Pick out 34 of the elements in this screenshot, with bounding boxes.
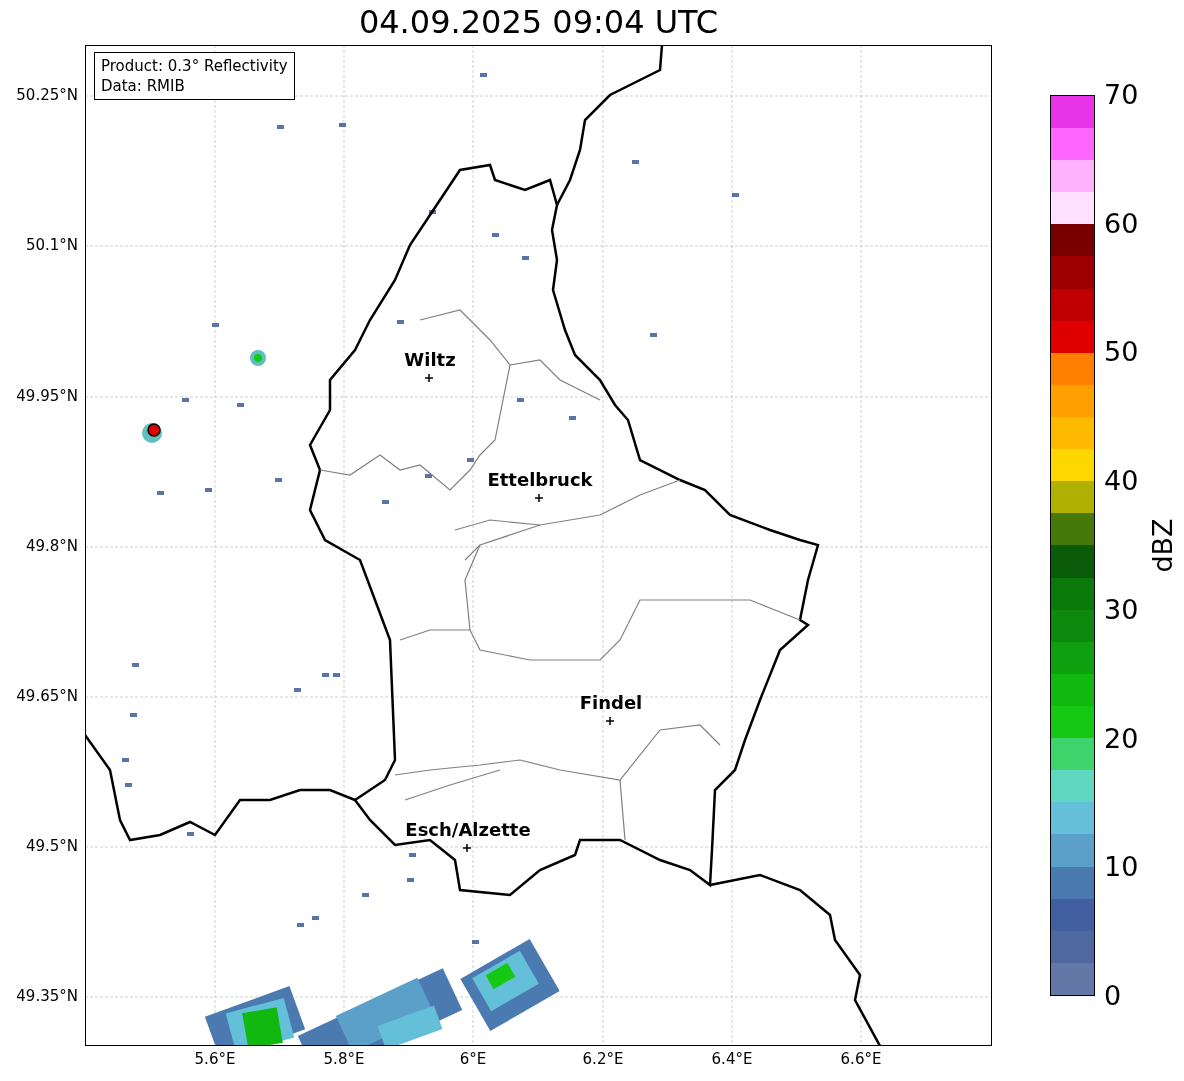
colorbar-label: dBZ — [1146, 518, 1178, 573]
latitude-label: 50.25°N — [16, 86, 78, 104]
colorbar-tick-label: 0 — [1104, 979, 1122, 1012]
latitude-label: 49.5°N — [25, 837, 78, 855]
colorbar-tick-label: 40 — [1104, 465, 1139, 498]
longitude-label: 5.8°E — [322, 1050, 366, 1068]
colorbar-tick-label: 50 — [1104, 336, 1139, 369]
chart-title: 04.09.2025 09:04 UTC — [357, 3, 720, 41]
latitude-label: 49.65°N — [16, 687, 78, 705]
longitude-label: 6.4°E — [710, 1050, 754, 1068]
city-label: Ettelbruck — [486, 469, 594, 490]
info-text: Data: RMIB — [101, 76, 186, 96]
colorbar-tick-label: 20 — [1104, 722, 1139, 755]
longitude-label: 6.6°E — [839, 1050, 883, 1068]
city-label: Findel — [578, 692, 644, 713]
latitude-label: 49.8°N — [25, 537, 78, 555]
latitude-label: 49.35°N — [16, 987, 78, 1005]
info-text: Product: 0.3° Reflectivity — [101, 56, 288, 76]
colorbar-tick-label: 10 — [1104, 851, 1139, 884]
city-marker-icon — [462, 843, 472, 853]
city-label: Wiltz — [403, 349, 457, 370]
city-marker-icon — [605, 716, 615, 726]
radar-site-icon — [147, 423, 161, 437]
longitude-label: 6.2°E — [581, 1050, 625, 1068]
longitude-label: 5.6°E — [193, 1050, 237, 1068]
colorbar-tick-label: 60 — [1104, 207, 1139, 240]
latitude-label: 50.1°N — [25, 236, 78, 254]
city-label: Esch/Alzette — [404, 819, 532, 840]
city-marker-icon — [534, 493, 544, 503]
latitude-label: 49.95°N — [16, 387, 78, 405]
colorbar-tick-label: 30 — [1104, 593, 1139, 626]
colorbar-tick-label: 70 — [1104, 79, 1139, 111]
city-marker-icon — [424, 373, 434, 383]
longitude-label: 6°E — [458, 1050, 488, 1068]
